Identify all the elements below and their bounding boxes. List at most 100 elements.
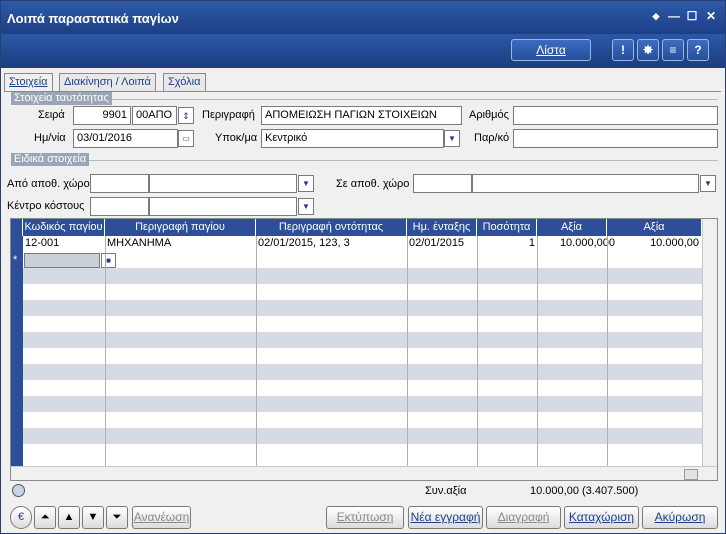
delete-button[interactable]: Διαγραφή (486, 506, 561, 529)
cell-asset-description: ΜΗΧΑΝΗΜΑ (107, 237, 172, 249)
date-field[interactable]: 03/01/2016 (73, 129, 178, 148)
refresh-button[interactable]: Ανανέωση (132, 506, 191, 529)
header-corner (11, 219, 23, 236)
number-label: Αριθμός (469, 109, 509, 121)
menu-icon[interactable]: ≡ (662, 39, 684, 61)
branch-field[interactable]: Κεντρικό (261, 129, 444, 148)
cost-center-label: Κέντρο κόστους (7, 200, 85, 212)
series-label: Σειρά (38, 109, 65, 121)
new-row-marker: * (13, 254, 18, 266)
previous-record-icon[interactable]: ▲ (58, 506, 80, 529)
first-record-icon[interactable]: ⏶ (34, 506, 56, 529)
series-code-field[interactable]: 9901 (73, 106, 131, 125)
table-row[interactable] (23, 444, 702, 460)
identity-section-title: Στοιχεία ταυτότητας (11, 92, 112, 105)
number-field[interactable] (513, 106, 718, 125)
grid-options-icon[interactable] (12, 484, 25, 497)
cell-value: 10.000,000 (559, 237, 615, 249)
col-asset-description[interactable]: Περιγραφή παγίου (105, 219, 256, 236)
to-warehouse-dropdown-icon[interactable]: ▼ (700, 175, 716, 192)
list-button[interactable]: Λίστα (511, 39, 591, 61)
col-quantity[interactable]: Ποσότητα (477, 219, 537, 236)
maximize-icon[interactable]: ☐ (685, 9, 699, 23)
col-value[interactable]: Αξία (537, 219, 607, 236)
cost-center-name[interactable] (149, 197, 297, 216)
col-entry-date[interactable]: Ημ. ένταξης (407, 219, 477, 236)
ref-label: Παρ/κό (474, 132, 510, 144)
date-label: Ημ/νία (34, 132, 66, 144)
horizontal-scrollbar[interactable] (11, 466, 717, 480)
new-asset-code-input[interactable] (24, 253, 100, 268)
table-row[interactable] (23, 380, 702, 396)
total-value: 10.000,00 (3.407.500) (530, 485, 639, 497)
table-row[interactable] (23, 252, 702, 268)
branch-label: Υποκ/μα (215, 132, 258, 144)
grid-line (256, 236, 257, 466)
table-row[interactable] (23, 268, 702, 284)
tab-comments[interactable]: Σχόλια (163, 73, 206, 91)
to-warehouse-name[interactable] (472, 174, 699, 193)
grid-header: Κωδικός παγίου Περιγραφή παγίου Περιγραφ… (11, 219, 717, 236)
next-record-icon[interactable]: ▼ (82, 506, 104, 529)
pin-icon[interactable]: ◆ (649, 9, 663, 23)
assets-grid[interactable]: Κωδικός παγίου Περιγραφή παγίου Περιγραφ… (10, 218, 718, 481)
new-record-button[interactable]: Νέα εγγραφή (408, 506, 483, 529)
table-row[interactable] (23, 412, 702, 428)
table-row[interactable] (23, 332, 702, 348)
ref-field[interactable] (513, 129, 718, 148)
minimize-icon[interactable]: — (667, 9, 681, 23)
series-stepper[interactable]: ⇕ (178, 107, 194, 124)
cost-center-dropdown-icon[interactable]: ▼ (298, 198, 314, 215)
scroll-thumb[interactable] (684, 469, 698, 480)
grid-line (537, 236, 538, 466)
to-warehouse-label: Σε αποθ. χώρο (336, 178, 410, 190)
table-row[interactable] (23, 284, 702, 300)
window-title: Λοιπά παραστατικά παγίων (7, 11, 179, 26)
cancel-button[interactable]: Ακύρωση (642, 506, 718, 529)
cell-value-2: 10.000,00 (650, 237, 699, 249)
grid-line (477, 236, 478, 466)
last-record-icon[interactable]: ⏷ (106, 506, 128, 529)
table-row[interactable]: 12-001 ΜΗΧΑΝΗΜΑ 02/01/2015, 123, 3 02/01… (23, 236, 702, 252)
tab-details[interactable]: Στοιχεία (4, 73, 53, 92)
special-section-title: Ειδικά στοιχεία (11, 153, 90, 166)
tab-movement[interactable]: Διακίνηση / Λοιπά (59, 73, 156, 91)
from-warehouse-code[interactable] (90, 174, 149, 193)
currency-button[interactable]: € (10, 506, 32, 529)
table-row[interactable] (23, 316, 702, 332)
total-value-label: Συν.αξία (425, 485, 467, 497)
table-row[interactable] (23, 348, 702, 364)
grid-line (607, 236, 608, 466)
row-marker-column (11, 236, 23, 466)
section-rule (11, 99, 718, 100)
col-entity-description[interactable]: Περιγραφή οντότητας (256, 219, 407, 236)
print-button[interactable]: Εκτύπωση (326, 506, 404, 529)
from-warehouse-name[interactable] (149, 174, 297, 193)
to-warehouse-code[interactable] (413, 174, 472, 193)
cost-center-code[interactable] (90, 197, 149, 216)
table-row[interactable] (23, 300, 702, 316)
table-row[interactable] (23, 396, 702, 412)
description-label: Περιγραφή (202, 109, 255, 121)
close-icon[interactable]: ✕ (704, 9, 718, 23)
table-row[interactable] (23, 364, 702, 380)
vertical-scrollbar[interactable] (702, 219, 717, 466)
cell-asset-code: 12-001 (25, 237, 60, 249)
help-icon[interactable]: ? (687, 39, 709, 61)
summary-bar: Συν.αξία 10.000,00 (3.407.500) (10, 482, 718, 500)
settings-icon[interactable]: ✸ (637, 39, 659, 61)
asset-lookup-button[interactable]: ■ (101, 253, 116, 268)
series-name-field[interactable]: 00ΑΠΟ (132, 106, 177, 125)
save-button[interactable]: Καταχώριση (564, 506, 639, 529)
section-rule (11, 160, 718, 161)
info-icon[interactable]: ! (612, 39, 634, 61)
col-value-2[interactable]: Αξία (607, 219, 702, 236)
assets-document-window: Λοιπά παραστατικά παγίων ◆ — ☐ ✕ Λίστα !… (0, 0, 726, 534)
calendar-icon[interactable]: ▭ (178, 130, 194, 147)
description-field[interactable]: ΑΠΟΜΕΙΩΣΗ ΠΑΓΙΩΝ ΣΤΟΙΧΕΙΩΝ (261, 106, 462, 125)
table-row[interactable] (23, 428, 702, 444)
from-warehouse-dropdown-icon[interactable]: ▼ (298, 175, 314, 192)
toolbar: Λίστα ! ✸ ≡ ? (1, 34, 725, 68)
branch-dropdown-icon[interactable]: ▼ (444, 130, 460, 147)
col-asset-code[interactable]: Κωδικός παγίου (23, 219, 105, 236)
